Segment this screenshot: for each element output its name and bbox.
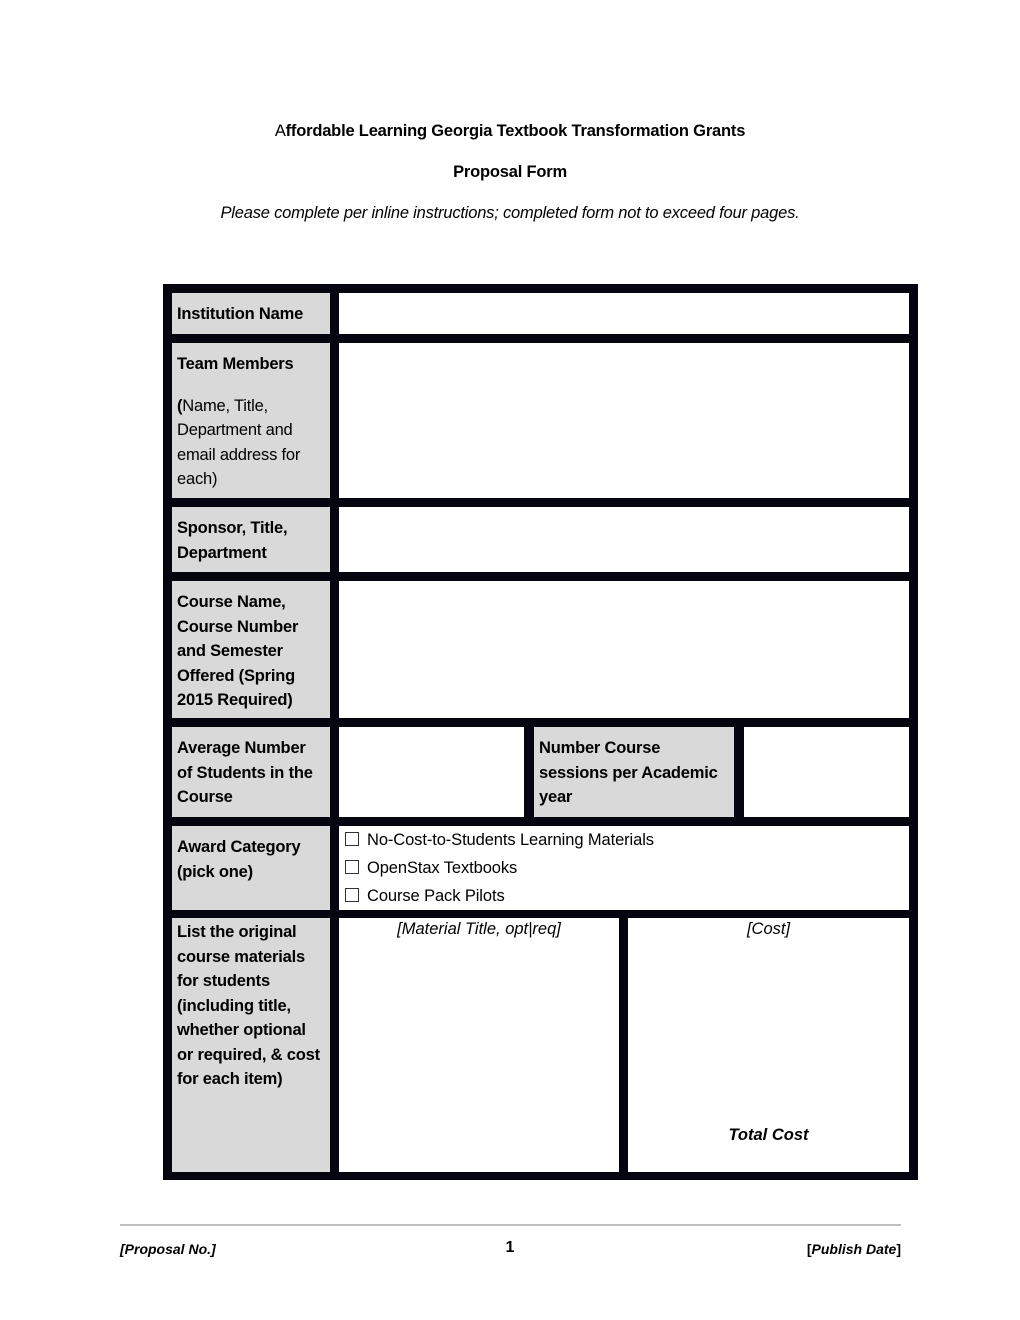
material-title-field[interactable]: [Material Title, opt|req] [339,918,619,1172]
materials-label-text: List the original course materials for s… [177,923,320,1088]
checkbox-icon[interactable] [345,860,359,874]
document-title: Affordable Learning Georgia Textbook Tra… [0,122,1020,141]
sessions-per-year-label-text: Number Course sessions per Academic year [539,739,718,806]
total-cost-label: Total Cost [728,1126,809,1144]
award-option-label: Course Pack Pilots [367,887,505,905]
award-category-label: Award Category (pick one) [172,826,330,910]
proposal-form-table: Institution Name Team Members (Name, Tit… [163,284,918,1180]
sessions-per-year-label: Number Course sessions per Academic year [534,727,734,817]
award-option-label: OpenStax Textbooks [367,859,518,877]
form-instructions: Please complete per inline instructions;… [220,204,800,222]
publish-date-close-bracket: ] [896,1241,901,1257]
course-field[interactable] [339,581,909,718]
course-label-text: Course Name, Course Number and Semester … [177,593,299,709]
publish-date-text: Publish Date [811,1241,897,1257]
sessions-per-year-field[interactable] [744,727,909,817]
avg-students-label: Average Number of Students in the Course [172,727,330,817]
course-label: Course Name, Course Number and Semester … [172,581,330,718]
title-rest: ffordable Learning Georgia Textbook Tran… [285,122,746,140]
footer-publish-date: [Publish Date] [807,1241,901,1257]
institution-name-field[interactable] [339,293,909,334]
sponsor-label: Sponsor, Title, Department [172,507,330,572]
cost-column-header: [Cost] [746,920,791,938]
checkbox-icon[interactable] [345,832,359,846]
award-option-no-cost[interactable]: No-Cost-to-Students Learning Materials [345,831,654,850]
award-option-course-pack[interactable]: Course Pack Pilots [345,887,505,906]
team-members-label: Team Members (Name, Title, Department an… [172,343,330,498]
award-option-label: No-Cost-to-Students Learning Materials [367,831,654,849]
avg-students-label-text: Average Number of Students in the Course [177,739,313,806]
material-cost-field[interactable]: [Cost] Total Cost [628,918,909,1172]
document-subtitle: Proposal Form [453,163,567,181]
award-category-options: No-Cost-to-Students Learning Materials O… [339,826,909,910]
avg-students-field[interactable] [339,727,524,817]
material-title-column-header: [Material Title, opt|req] [397,920,561,938]
team-members-label-text: Team Members [177,355,294,373]
award-option-openstax[interactable]: OpenStax Textbooks [345,859,517,878]
sponsor-field[interactable] [339,507,909,572]
checkbox-icon[interactable] [345,888,359,902]
team-members-field[interactable] [339,343,909,498]
award-category-label-text: Award Category (pick one) [177,838,301,881]
sponsor-label-text: Sponsor, Title, Department [177,519,288,562]
title-first-letter: A [274,122,286,140]
institution-name-label-text: Institution Name [177,305,304,323]
institution-name-label: Institution Name [172,293,330,334]
footer-divider [120,1224,901,1226]
materials-label: List the original course materials for s… [172,918,330,1172]
team-members-hint: Name, Title, Department and email addres… [177,396,301,489]
